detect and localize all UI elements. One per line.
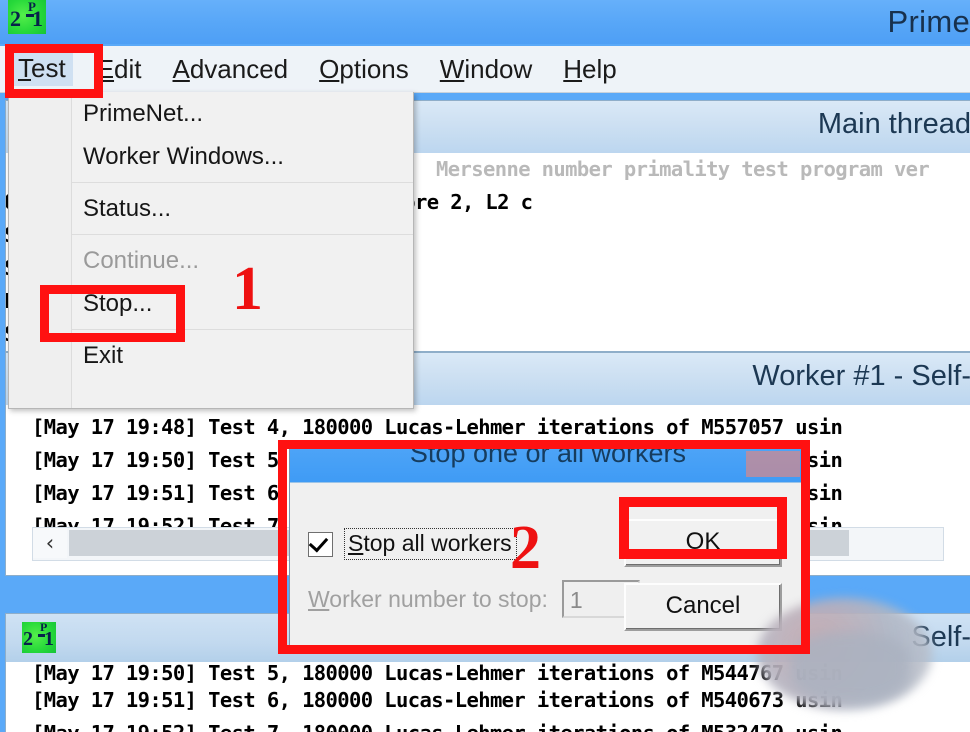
window-title: Prime <box>887 4 970 39</box>
icon-two-glyph: 2 <box>23 628 33 650</box>
annotation-box-test-menu <box>5 44 103 98</box>
menu-options[interactable]: Options <box>319 54 409 85</box>
prime95-icon: P 2 1 <box>8 0 46 34</box>
worker1-title: Worker #1 - Self- <box>752 360 970 392</box>
icon-two-glyph: 2 <box>10 6 21 31</box>
log-line: Mersenne number primality test program v… <box>436 157 930 181</box>
main-thread-title: Main thread <box>817 108 970 140</box>
screenshot-root: P 2 1 Prime Test Edit Advanced Options W… <box>0 0 970 732</box>
menu-help[interactable]: Help <box>563 54 616 85</box>
prime95-main-window: P 2 1 Prime Test Edit Advanced Options W… <box>0 0 970 732</box>
icon-one-glyph: 1 <box>32 6 43 31</box>
menu-window[interactable]: Window <box>440 54 532 85</box>
menu-edit[interactable]: Edit <box>97 54 142 85</box>
annotation-step-2: 2 <box>510 514 541 582</box>
annotation-box-ok-button <box>619 497 787 559</box>
menu-item-continue: Continue... <box>83 247 200 274</box>
scroll-left-icon[interactable]: ‹ <box>33 528 67 558</box>
menu-item-status[interactable]: Status... <box>9 187 413 230</box>
menu-item-worker-windows[interactable]: Worker Windows... <box>9 135 413 178</box>
annotation-step-1: 1 <box>232 255 263 323</box>
menubar: Test Edit Advanced Options Window Help <box>0 46 970 93</box>
log-line: [May 17 19:52] Test 7, 180000 Lucas-Lehm… <box>32 717 970 732</box>
annotation-box-stop-item <box>40 285 185 342</box>
test-dropdown-menu: PrimeNet... Worker Windows... Status... … <box>8 92 414 409</box>
window-titlebar: P 2 1 Prime <box>0 0 970 44</box>
menu-advanced[interactable]: Advanced <box>173 54 289 85</box>
menu-item-primenet[interactable]: PrimeNet... <box>9 92 413 135</box>
prime95-icon: P 2 1 <box>22 622 56 653</box>
icon-one-glyph: 1 <box>44 628 54 650</box>
